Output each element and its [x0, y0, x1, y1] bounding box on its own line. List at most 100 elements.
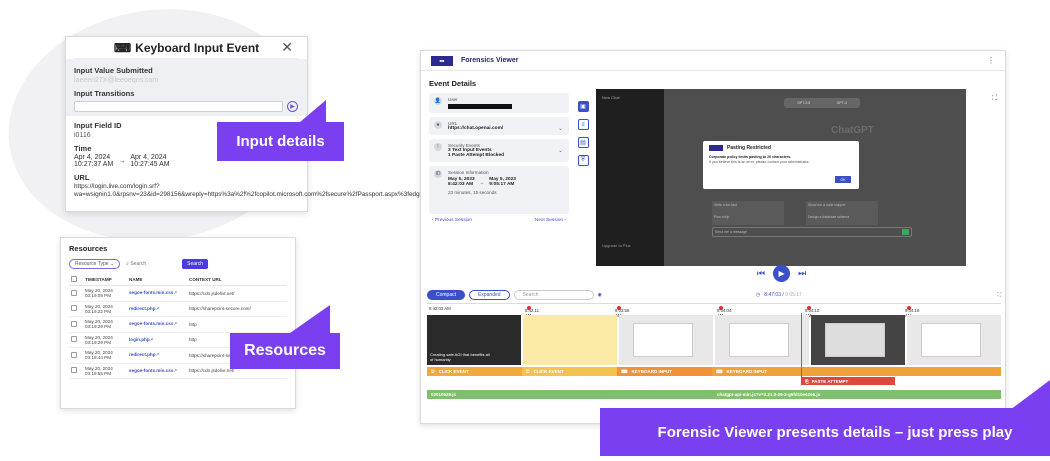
- input-transitions-label: Input Transitions: [74, 89, 135, 98]
- timeline-toolbar: Compact Expanded Search ◉ ◷ 8:47:03 / 9:…: [427, 289, 1001, 301]
- modal-logo: [709, 145, 723, 151]
- paste-restricted-modal: Pasting Restricted Corporate policy limi…: [703, 141, 859, 189]
- session-info-card: ID Session Information May 5, 2023 8:42:0…: [429, 166, 569, 214]
- row-checkbox[interactable]: [69, 347, 83, 364]
- search-icon: ⌕: [126, 261, 129, 267]
- panel-title: Keyboard Input Event: [135, 40, 260, 55]
- user-redacted: [448, 104, 512, 109]
- resources-badge: Resources: [230, 333, 340, 369]
- tab-expanded[interactable]: Expanded: [469, 290, 510, 300]
- table-row[interactable]: May 20, 2024 03:19:22 PM redirect.php↗ http…: [69, 301, 287, 317]
- user-card: 👤 User: [429, 93, 569, 113]
- select-all-checkbox[interactable]: [69, 274, 83, 286]
- external-link-icon: ↗: [173, 290, 178, 296]
- clock-icon: ◷: [755, 292, 761, 298]
- url-label: URL: [74, 173, 90, 182]
- id-icon: ID: [434, 170, 442, 178]
- event-details-title: Event Details: [429, 79, 477, 88]
- next-session-link[interactable]: Next Session ›: [535, 218, 566, 223]
- current-time-value: 8:47:03: [764, 292, 781, 298]
- row-context-url: https://sharepoint-secure.com/: [187, 301, 287, 317]
- row-checkbox[interactable]: [69, 332, 83, 348]
- tick-4: 9:04:04 AM: [717, 306, 732, 318]
- resources-toolbar: Resource Type ⌄ ⌕ Search Search: [69, 259, 287, 269]
- screen-icon[interactable]: ▣: [577, 101, 589, 112]
- row-name[interactable]: redirect.php↗: [127, 301, 187, 317]
- table-row[interactable]: May 20, 2024 03:19:29 PM segoe-fonts.min.c…: [69, 316, 287, 333]
- external-link-icon: ↗: [155, 352, 160, 358]
- col-timestamp: TIMESTAMP: [83, 274, 127, 286]
- skip-forward-icon[interactable]: ⏭: [798, 268, 806, 279]
- skip-back-icon[interactable]: ⏮: [757, 268, 765, 279]
- time-end-clock: 10:27:45 AM: [130, 161, 170, 168]
- row-name[interactable]: segoe-fonts.min.css↗: [127, 285, 187, 302]
- thumbnail[interactable]: [907, 315, 1001, 365]
- fullscreen-icon[interactable]: ⛶: [992, 95, 997, 103]
- security-events-card[interactable]: ! Security Events 3 Text Input Events 1 Pa…: [429, 139, 569, 162]
- session-end-time: 9:05:17 AM: [489, 182, 515, 187]
- model-b: GPT-4: [836, 101, 847, 105]
- row-timestamp: May 20, 2024 03:19:22 PM: [83, 301, 127, 317]
- thumbnail[interactable]: [715, 315, 809, 365]
- event-click-2[interactable]: ⎋ CLICK EVENT: [522, 367, 617, 376]
- thumbnail[interactable]: Creating safe AGI that benefits all of h…: [427, 315, 521, 365]
- row-name[interactable]: segoe-fonts.min.css↗: [127, 363, 187, 379]
- row-context-url: https://cdn.jsdelivr.net/: [187, 285, 287, 302]
- external-link-icon: ↗: [173, 321, 178, 327]
- list-icon[interactable]: ≡: [577, 119, 589, 130]
- event-keyboard-2[interactable]: ⌨ KEYBOARD INPUT: [712, 367, 1001, 376]
- row-checkbox[interactable]: [69, 301, 83, 317]
- row-checkbox[interactable]: [69, 363, 83, 379]
- row-timestamp: May 20, 2024 03:19:55 PM: [83, 363, 127, 379]
- table-header-row: TIMESTAMP NAME CONTEXT URL: [69, 274, 287, 286]
- timeline-thumbnails: Creating safe AGI that benefits all of h…: [427, 315, 1001, 365]
- panel-icon[interactable]: ▤: [577, 137, 589, 148]
- viewer-title: Forensics Viewer: [461, 57, 519, 64]
- url-card[interactable]: ● URL https://chat.openai.com/ ⌄: [429, 117, 569, 135]
- file-b[interactable]: chatgpt-api-min.js?v=2.21.0-29-2-g5fd10e…: [717, 392, 820, 397]
- total-time-value: 9:05:17: [785, 292, 802, 298]
- thumbnail[interactable]: [811, 315, 905, 365]
- play-icon[interactable]: ▶: [287, 101, 298, 112]
- arrow-right-icon: →: [118, 157, 126, 165]
- current-time: 8:47:03 / 9:05:17: [764, 292, 802, 298]
- row-name[interactable]: redirect.php↗: [127, 347, 187, 364]
- file-a[interactable]: 02010529.js: [431, 392, 717, 397]
- input-value-section: Input Value Submitted laeeen27X@leeoeqns…: [66, 59, 307, 116]
- thumbnail[interactable]: [523, 315, 617, 365]
- col-name: NAME: [127, 274, 187, 286]
- tick-2: 8:42:11 AM: [525, 306, 540, 318]
- external-link-icon: ↗: [173, 367, 178, 373]
- resource-type-select[interactable]: Resource Type ⌄: [69, 259, 121, 269]
- eye-icon[interactable]: ◉: [598, 292, 602, 298]
- brand-logo: ■■: [431, 55, 453, 66]
- table-row[interactable]: May 20, 2024 03:19:09 PM segoe-fonts.min.c…: [69, 285, 287, 302]
- search-button[interactable]: Search: [182, 259, 208, 269]
- paste-attempt-event[interactable]: ⎘ PASTE ATTEMPT: [801, 377, 895, 385]
- time-start-date: Apr 4, 2024: [74, 154, 111, 161]
- row-timestamp: May 20, 2024 03:19:44 PM: [83, 347, 127, 364]
- row-timestamp: May 20, 2024 03:19:09 PM: [83, 285, 127, 302]
- row-checkbox[interactable]: [69, 316, 83, 333]
- row-name[interactable]: segoe-fonts.min.css↗: [127, 316, 187, 333]
- resources-search-input[interactable]: ⌕ Search: [126, 261, 176, 267]
- close-icon[interactable]: ✕: [281, 39, 293, 56]
- resources-panel: Resources Resource Type ⌄ ⌕ Search Searc…: [60, 237, 296, 409]
- thumbnail[interactable]: [619, 315, 713, 365]
- chevron-down-icon: ⌄: [557, 126, 563, 132]
- suggestion-2: Show me a code snippet: [806, 201, 878, 213]
- row-context-url: http: [187, 316, 287, 333]
- row-checkbox[interactable]: [69, 285, 83, 302]
- more-menu-icon[interactable]: ⋮: [987, 56, 995, 65]
- event-keyboard-1[interactable]: ⌨ KEYBOARD INPUT: [617, 367, 712, 376]
- event-click-1[interactable]: ⎋ CLICK EVENT: [427, 367, 522, 376]
- previous-session-link[interactable]: ‹ Previous Session: [432, 218, 472, 223]
- time-start-clock: 10:27:37 AM: [74, 161, 114, 168]
- globe-icon: ●: [434, 121, 442, 129]
- play-button[interactable]: ▶: [773, 265, 791, 282]
- tab-compact[interactable]: Compact: [427, 290, 466, 300]
- shield-icon[interactable]: ⛨: [577, 155, 589, 166]
- expand-timeline-icon[interactable]: ⛶: [997, 292, 1001, 298]
- timeline-search-input[interactable]: Search: [513, 290, 594, 300]
- row-name[interactable]: login.php↗: [127, 332, 187, 348]
